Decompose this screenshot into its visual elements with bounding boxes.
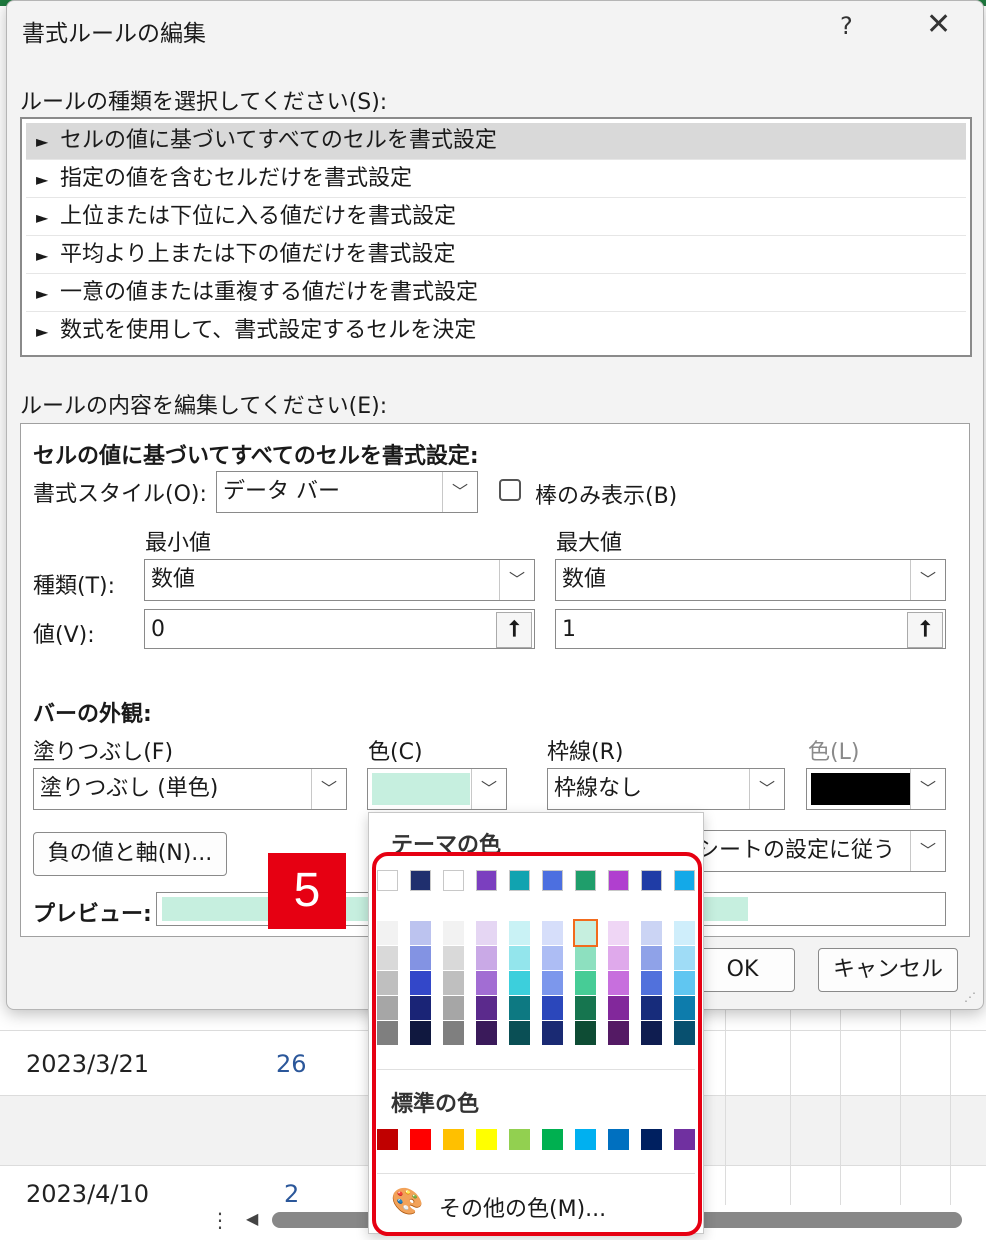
rule-type-item[interactable]: ► 指定の値を含むセルだけを書式設定 (26, 161, 966, 197)
divider (26, 197, 966, 198)
more-options-icon[interactable]: ⋮ (210, 1208, 230, 1232)
rule-type-item[interactable]: ► 一意の値または重複する値だけを書式設定 (26, 275, 966, 311)
format-style-label: 書式スタイル(O): (33, 482, 207, 507)
max-value-input[interactable]: 1 ⭡ (555, 609, 946, 649)
column-divider (950, 1005, 951, 1205)
cancel-button[interactable]: キャンセル (818, 948, 958, 992)
cell-date[interactable]: 2023/3/21 (26, 1050, 149, 1078)
column-divider (725, 1005, 726, 1205)
triangle-icon: ► (36, 132, 49, 151)
min-value-input[interactable]: 0 ⭡ (144, 609, 535, 649)
divider (26, 273, 966, 274)
fill-label: 塗りつぶし(F) (33, 740, 174, 765)
bar-only-checkbox[interactable] (499, 479, 521, 501)
triangle-icon: ► (36, 284, 49, 303)
cell-value[interactable]: 2 (284, 1180, 299, 1208)
border-color-dropdown[interactable]: ﹀ (806, 768, 946, 810)
negative-value-axis-button[interactable]: 負の値と軸(N)... (33, 832, 227, 876)
type-label: 種類(T): (33, 574, 116, 599)
theme-shade-swatch[interactable] (573, 919, 598, 947)
ok-button[interactable]: OK (690, 948, 795, 992)
rule-type-item[interactable]: ► 平均より上または下の値だけを書式設定 (26, 237, 966, 273)
triangle-icon: ► (36, 170, 49, 189)
close-icon[interactable]: ✕ (926, 10, 951, 40)
min-label: 最小値 (145, 531, 212, 556)
divider (26, 235, 966, 236)
chevron-down-icon[interactable]: ﹀ (311, 769, 346, 809)
chevron-down-icon[interactable]: ﹀ (471, 769, 506, 809)
triangle-icon: ► (36, 208, 49, 227)
rule-description-heading: セルの値に基づいてすべてのセルを書式設定: (33, 444, 479, 469)
fill-color-dropdown[interactable]: ﹀ (367, 768, 507, 810)
rule-type-item[interactable]: ► 数式を使用して、書式設定するセルを決定 (26, 313, 966, 349)
resize-grip-icon[interactable]: ⋰ (964, 990, 976, 1004)
rule-type-list[interactable]: ► セルの値に基づいてすべてのセルを書式設定 ► 指定の値を含むセルだけを書式設定 … (20, 117, 972, 357)
divider (26, 159, 966, 160)
bar-appearance-heading: バーの外観: (33, 702, 152, 727)
column-divider (790, 1005, 791, 1205)
dialog-title: 書式ルールの編集 (22, 21, 206, 47)
chevron-down-icon[interactable]: ﹀ (499, 560, 534, 600)
bar-direction-dropdown[interactable]: シートの設定に従う ﹀ (690, 830, 946, 872)
chevron-down-icon[interactable]: ﹀ (910, 769, 945, 809)
step-number-badge: 5 (268, 853, 346, 929)
min-type-dropdown[interactable]: 数値 ﹀ (144, 559, 535, 601)
triangle-icon: ► (36, 322, 49, 341)
fill-dropdown[interactable]: 塗りつぶし (単色) ﹀ (33, 768, 347, 810)
border-color-swatch (811, 773, 911, 805)
preview-label: プレビュー: (33, 902, 152, 927)
color-label: 色(C) (368, 740, 423, 765)
border-label: 枠線(R) (547, 740, 624, 765)
column-divider (900, 1005, 901, 1205)
scroll-left-icon[interactable]: ◀ (246, 1209, 258, 1228)
chevron-down-icon[interactable]: ﹀ (910, 560, 945, 600)
triangle-icon: ► (36, 246, 49, 265)
format-style-dropdown[interactable]: データ バー ﹀ (216, 471, 478, 513)
bar-only-label: 棒のみ表示(B) (535, 484, 678, 509)
help-button[interactable]: ? (840, 12, 853, 40)
border-dropdown[interactable]: 枠線なし ﹀ (547, 768, 785, 810)
value-label: 値(V): (33, 623, 95, 648)
range-select-icon[interactable]: ⭡ (496, 612, 532, 648)
cell-value[interactable]: 26 (276, 1050, 307, 1078)
border-color-label: 色(L) (808, 740, 860, 765)
chevron-down-icon[interactable]: ﹀ (910, 831, 945, 871)
fill-color-swatch (372, 773, 470, 805)
rule-type-item[interactable]: ► セルの値に基づいてすべてのセルを書式設定 (26, 123, 966, 159)
highlight-frame (372, 852, 702, 1236)
column-divider (840, 1005, 841, 1205)
rule-type-item[interactable]: ► 上位または下位に入る値だけを書式設定 (26, 199, 966, 235)
divider (26, 311, 966, 312)
chevron-down-icon[interactable]: ﹀ (749, 769, 784, 809)
max-label: 最大値 (556, 531, 623, 556)
cell-date[interactable]: 2023/4/10 (26, 1180, 149, 1208)
rule-edit-label: ルールの内容を編集してください(E): (20, 394, 388, 419)
range-select-icon[interactable]: ⭡ (907, 612, 943, 648)
max-type-dropdown[interactable]: 数値 ﹀ (555, 559, 946, 601)
rule-type-label: ルールの種類を選択してください(S): (20, 90, 388, 115)
chevron-down-icon[interactable]: ﹀ (442, 472, 477, 512)
